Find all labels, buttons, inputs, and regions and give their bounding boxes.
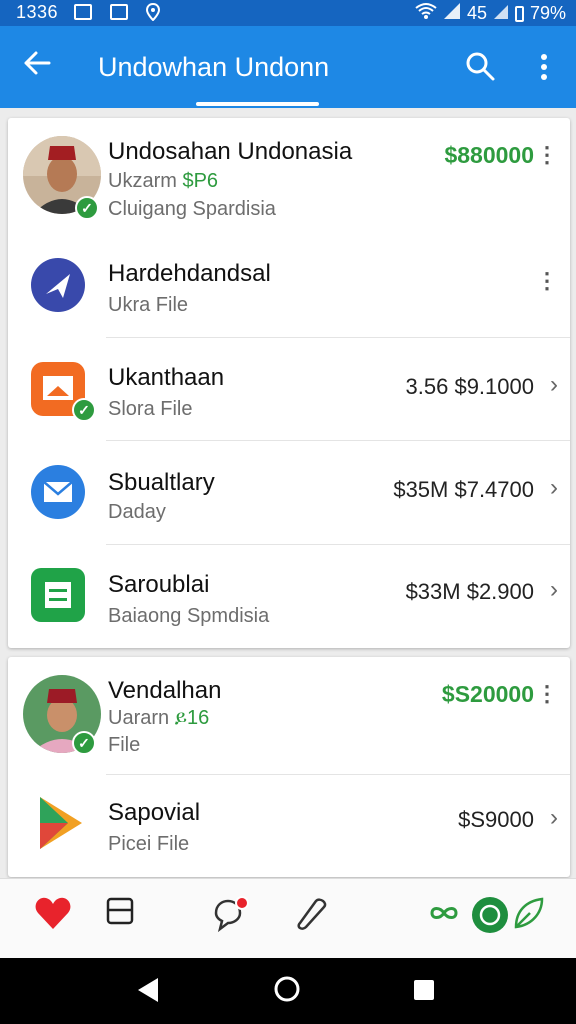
item-amount: 3.56 $9.1000 — [405, 374, 534, 399]
item-detail: File — [108, 734, 141, 756]
verified-check-icon: ✓ — [72, 398, 96, 422]
chevron-right-icon[interactable]: › — [550, 371, 558, 399]
transactions-card: ✓ Undosahan Undonasia Ukzarm $P6 Cluigan… — [8, 118, 570, 648]
home-circle-icon[interactable] — [272, 974, 302, 1009]
item-subtitle: Uararn ይ16 — [108, 707, 209, 730]
search-button[interactable] — [464, 50, 496, 82]
verified-check-icon: ✓ — [75, 196, 99, 220]
leaf-icon[interactable] — [510, 895, 550, 935]
back-triangle-icon[interactable] — [136, 976, 162, 1009]
signal-icon-2 — [493, 2, 509, 25]
transactions-card-2: ✓ Vendalhan Uararn ይ16 File $S20000 ⋮ Sa… — [8, 657, 570, 877]
recents-square-icon[interactable] — [412, 978, 436, 1007]
network-type: 45 — [466, 3, 487, 23]
app-bar: Undowhan Undonn — [0, 26, 576, 108]
item-subtitle: Picei File — [108, 833, 190, 855]
item-title: Ukanthaan — [108, 364, 225, 391]
item-subtitle-text: Uararn — [108, 707, 175, 729]
heart-icon[interactable] — [34, 895, 74, 935]
list-item[interactable]: Saroublai Baiaong Spmdisia $33M $2.900 › — [8, 545, 570, 648]
list-item[interactable]: ✓ Vendalhan Uararn ይ16 File $S20000 ⋮ — [8, 657, 570, 775]
item-detail: Cluigang Spardisia — [108, 198, 276, 220]
list-item[interactable]: Hardehdandsal Ukra File ⋮ — [8, 228, 570, 338]
verified-check-icon: ✓ — [72, 731, 96, 755]
battery-level: 79% — [529, 3, 566, 23]
app-badge-icon[interactable] — [470, 895, 510, 935]
item-subtitle-text: Ukzarm — [108, 170, 183, 192]
item-subtitle: Baiaong Spmdisia — [108, 605, 270, 627]
item-more-button[interactable]: ⋮ — [536, 142, 558, 168]
item-amount: $S9000 — [458, 807, 534, 832]
status-time: 1336 — [16, 2, 59, 22]
status-bar: 1336 45 79% — [0, 0, 576, 26]
item-subtitle: Ukra File — [108, 294, 189, 316]
item-amount: $880000 — [444, 142, 534, 169]
item-title: Saroublai — [108, 571, 210, 598]
item-title: Sapovial — [108, 799, 201, 826]
list-item[interactable]: ✓ Undosahan Undonasia Ukzarm $P6 Cluigan… — [8, 118, 570, 228]
document-icon[interactable] — [104, 895, 144, 935]
item-title: Sbualtlary — [108, 469, 215, 496]
item-amount: $35M $7.4700 — [393, 477, 534, 502]
item-subtitle: Slora File — [108, 398, 193, 420]
back-button[interactable] — [22, 48, 52, 85]
item-amount: $S20000 — [441, 681, 534, 707]
tag-icon[interactable] — [294, 895, 334, 935]
search-icon — [466, 52, 495, 81]
item-title: Undosahan Undonasia — [108, 138, 353, 165]
wifi-icon — [415, 2, 437, 25]
item-subtitle: Daday — [108, 501, 166, 523]
bottom-nav — [0, 878, 576, 958]
battery-icon — [514, 5, 524, 22]
signal-icon — [443, 2, 461, 25]
overflow-menu-button[interactable] — [532, 52, 556, 82]
item-title: Vendalhan — [108, 677, 222, 704]
item-more-button[interactable]: ⋮ — [536, 268, 558, 294]
location-icon — [145, 2, 161, 22]
sheets-app-icon — [31, 568, 85, 622]
message-notification-icon — [110, 4, 128, 20]
image-notification-icon — [74, 4, 92, 20]
tab-indicator — [196, 102, 319, 106]
list-item[interactable]: Sbualtlary Daday $35M $7.4700 › — [8, 441, 570, 545]
mail-app-icon — [31, 465, 85, 519]
item-subtitle: Ukzarm $P6 — [108, 170, 218, 193]
item-title: Hardehdandsal — [108, 260, 271, 287]
infinity-icon[interactable] — [428, 895, 468, 935]
item-subtitle-value: ይ16 — [174, 707, 210, 729]
item-more-button[interactable]: ⋮ — [536, 681, 558, 707]
send-app-icon — [31, 258, 85, 312]
item-amount: $33M $2.900 — [405, 579, 534, 604]
item-amount-value: $880000 — [444, 142, 534, 168]
chevron-right-icon[interactable]: › — [550, 576, 558, 604]
list-item[interactable]: Sapovial Picei File $S9000 › — [8, 775, 570, 877]
system-nav-bar — [0, 958, 576, 1024]
chevron-right-icon[interactable]: › — [550, 474, 558, 502]
play-store-icon — [34, 793, 88, 849]
more-vert-icon — [541, 54, 547, 80]
chevron-right-icon[interactable]: › — [550, 804, 558, 832]
list-item[interactable]: ✓ Ukanthaan Slora File 3.56 $9.1000 › — [8, 338, 570, 441]
item-subtitle-value: $P6 — [182, 170, 219, 192]
arrow-left-icon — [24, 51, 51, 75]
page-title: Undowhan Undonn — [98, 52, 330, 82]
chat-icon[interactable] — [210, 895, 250, 935]
